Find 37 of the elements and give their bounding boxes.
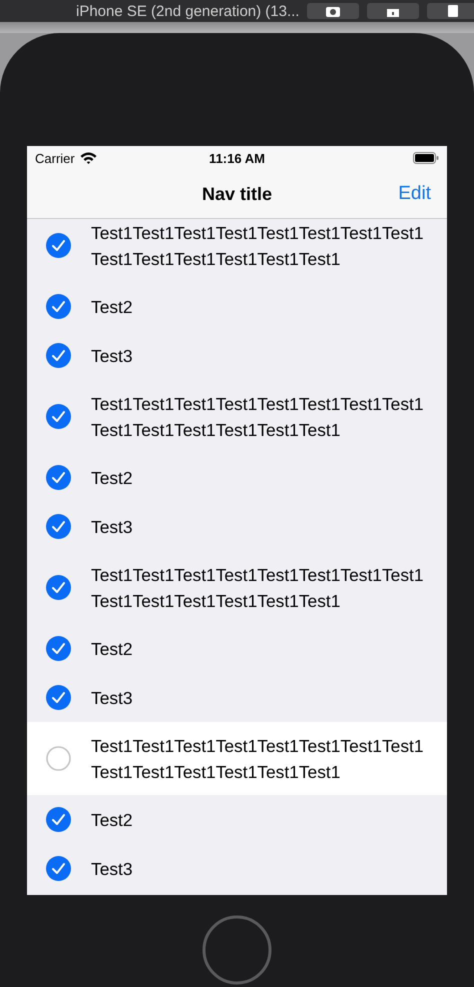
row-label: Test3 xyxy=(91,686,134,710)
wifi-icon xyxy=(80,152,97,164)
battery-icon xyxy=(413,152,439,164)
row-label: Test3 xyxy=(91,344,134,368)
row-label: Test2 xyxy=(91,466,134,490)
list-row[interactable]: Test1Test1Test1Test1Test1Test1Test1Test1Test1Test1Test1Test1Test1Test1 xyxy=(27,722,447,795)
nav-title: Nav title xyxy=(202,184,272,204)
checked-circle-icon[interactable] xyxy=(46,294,71,319)
camera-icon xyxy=(326,5,340,17)
device-icon xyxy=(448,5,458,17)
checked-circle-icon[interactable] xyxy=(46,343,71,368)
status-time: 11:16 AM xyxy=(209,150,265,166)
home-button[interactable] xyxy=(367,3,420,19)
row-label: Test3 xyxy=(91,858,134,880)
row-label: Test3 xyxy=(91,516,134,538)
rotate-button[interactable] xyxy=(427,3,474,19)
edit-button[interactable]: Edit xyxy=(398,183,431,205)
checked-circle-icon[interactable] xyxy=(46,465,71,490)
row-label: Test2 xyxy=(91,638,134,660)
checked-circle-icon[interactable] xyxy=(46,685,71,710)
window-title: iPhone SE (2nd generation) (13... xyxy=(76,2,300,20)
row-label: Test2 xyxy=(91,808,134,832)
home-button-icon[interactable] xyxy=(202,915,272,985)
row-label: Test1Test1Test1Test1Test1Test1Test1Test1Test1Test1Test1Test1Test1Test1 xyxy=(91,392,425,442)
row-label: Test1Test1Test1Test1Test1Test1Test1Test1Test1Test1Test1Test1Test1Test1 xyxy=(91,734,425,784)
row-label: Test2 xyxy=(91,296,134,318)
camera-button[interactable] xyxy=(307,3,360,19)
checked-circle-icon[interactable] xyxy=(46,575,71,600)
checked-circle-icon[interactable] xyxy=(46,636,71,661)
checked-circle-icon[interactable] xyxy=(46,856,71,881)
carrier-label: Carrier xyxy=(35,150,75,166)
checked-circle-icon[interactable] xyxy=(46,233,71,258)
row-label: Test1Test1Test1Test1Test1Test1Test1Test1Test1Test1Test1Test1Test1Test1 xyxy=(91,222,425,270)
checked-circle-icon[interactable] xyxy=(46,404,71,429)
checked-circle-icon[interactable] xyxy=(46,807,71,832)
row-label: Test1Test1Test1Test1Test1Test1Test1Test1Test1Test1Test1Test1Test1Test1 xyxy=(91,564,425,612)
checked-circle-icon[interactable] xyxy=(46,514,71,539)
